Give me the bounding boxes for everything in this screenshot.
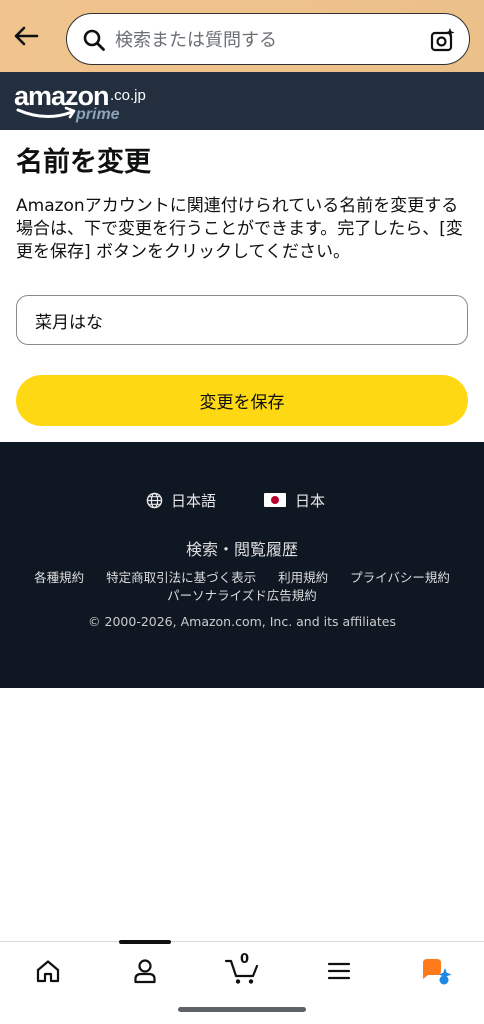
page-title: 名前を変更: [16, 147, 151, 178]
cart-count-badge: 0: [240, 952, 250, 967]
footer-link-personalized-ads[interactable]: パーソナライズド広告規約: [167, 587, 317, 605]
search-input[interactable]: [115, 22, 415, 58]
language-label: 日本語: [171, 491, 217, 510]
back-button[interactable]: [10, 18, 42, 54]
nav-ai-assistant-button[interactable]: [406, 954, 466, 988]
amazon-prime-logo[interactable]: amazon .co.jp prime: [14, 82, 154, 124]
logo-smile-icon: [16, 106, 76, 119]
ai-assistant-icon: [423, 959, 452, 985]
nav-menu-button[interactable]: [309, 954, 369, 988]
camera-search-icon[interactable]: [430, 27, 456, 53]
prime-brand-bar: amazon .co.jp prime: [0, 72, 484, 130]
account-icon: [134, 959, 156, 984]
copyright-text: © 2000-2026, Amazon.com, Inc. and its af…: [88, 614, 396, 629]
footer-link-terms[interactable]: 各種規約: [34, 569, 84, 587]
home-icon: [36, 960, 60, 983]
arrow-left-icon: [14, 26, 39, 46]
search-icon: [83, 29, 105, 51]
footer: 日本語 日本 検索・閲覧履歴 各種規約 特定商取引法に基づく表示 利用規約 プラ…: [0, 442, 484, 688]
search-box[interactable]: [66, 13, 470, 65]
nav-cart-button[interactable]: 0: [212, 952, 272, 988]
region-selector[interactable]: 日本: [264, 490, 325, 510]
gesture-bar: [178, 1007, 306, 1012]
japan-flag-icon: [264, 493, 286, 507]
page-description: Amazonアカウントに関連付けられている名前を変更する場合は、下で変更を行うこ…: [16, 196, 463, 262]
language-selector[interactable]: 日本語: [146, 490, 216, 510]
logo-domain-text: .co.jp: [110, 87, 146, 104]
footer-links: 各種規約 特定商取引法に基づく表示 利用規約 プライバシー規約 パーソナライズド…: [0, 569, 484, 605]
nav-account-button[interactable]: [115, 954, 175, 988]
name-field[interactable]: [16, 295, 468, 345]
globe-icon: [146, 492, 163, 508]
active-tab-indicator: [119, 940, 171, 944]
app-root: amazon .co.jp prime 名前を変更 Amazonアカウントに関連…: [0, 0, 484, 1024]
bottom-navigation: 0: [0, 940, 484, 1024]
footer-link-conditions[interactable]: 利用規約: [278, 569, 328, 587]
menu-icon: [327, 962, 351, 980]
logo-prime-text: prime: [76, 106, 120, 123]
region-label: 日本: [295, 491, 326, 510]
footer-link-commerce-law[interactable]: 特定商取引法に基づく表示: [106, 569, 256, 587]
nav-home-button[interactable]: [18, 954, 78, 988]
save-changes-button[interactable]: 変更を保存: [16, 375, 468, 426]
footer-link-privacy[interactable]: プライバシー規約: [350, 569, 450, 587]
search-header: [0, 0, 484, 72]
browsing-history-link[interactable]: 検索・閲覧履歴: [0, 536, 484, 560]
